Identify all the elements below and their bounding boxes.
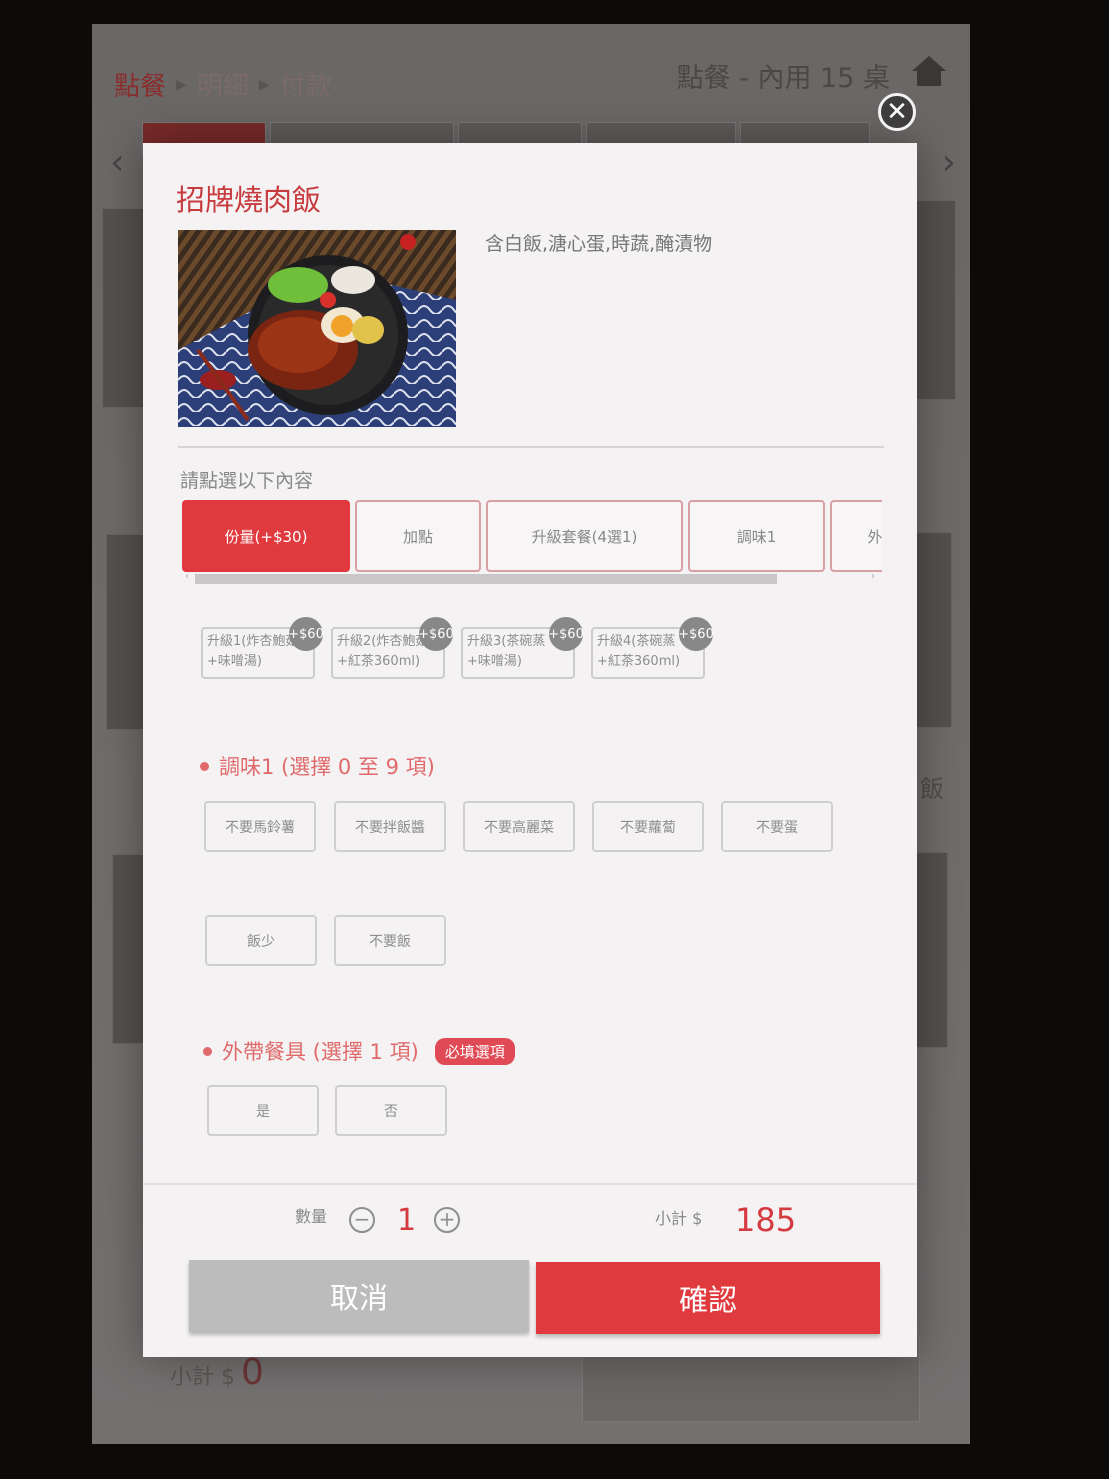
- utensils-title-text: 外帶餐具 (選擇 1 項): [222, 1040, 419, 1064]
- close-icon[interactable]: ✕: [878, 93, 916, 131]
- bullet-icon: [203, 1046, 212, 1056]
- utensils-option-yes[interactable]: 是: [207, 1085, 319, 1136]
- tabs-scrollbar[interactable]: [195, 574, 777, 584]
- required-badge: 必填選項: [434, 1037, 515, 1065]
- seasoning-option[interactable]: 不要馬鈴薯: [204, 801, 316, 852]
- cancel-button[interactable]: 取消: [189, 1260, 529, 1332]
- tab-upgrade-set[interactable]: 升級套餐(4選1): [486, 500, 683, 572]
- upgrade-option[interactable]: 升級1(炸杏鮑菇+味噌湯) +$60: [201, 617, 324, 679]
- seasoning-option[interactable]: 不要蛋: [721, 801, 833, 852]
- home-icon[interactable]: [910, 54, 948, 88]
- options-prompt: 請點選以下內容: [180, 470, 314, 492]
- quantity-label: 數量: [295, 1207, 328, 1226]
- table-info: 點餐 - 內用 15 桌: [676, 63, 890, 94]
- order-subtotal: 小計 $0: [170, 1352, 264, 1393]
- upgrade-option[interactable]: 升級3(茶碗蒸+味噌湯) +$60: [461, 617, 584, 679]
- breadcrumb-separator: ▶: [176, 76, 187, 93]
- item-photo: [178, 230, 456, 427]
- order-subtotal-label: 小計 $: [170, 1365, 235, 1390]
- breadcrumb-order[interactable]: 點餐: [114, 66, 166, 103]
- order-subtotal-value: 0: [241, 1352, 264, 1393]
- confirm-button[interactable]: 確認: [536, 1262, 880, 1334]
- chevron-left-icon[interactable]: ‹: [110, 142, 124, 183]
- breadcrumb-payment[interactable]: 付款: [280, 66, 332, 103]
- divider: [143, 1183, 917, 1185]
- seasoning-option[interactable]: 不要飯: [334, 915, 446, 966]
- upgrade-options: 升級1(炸杏鮑菇+味噌湯) +$60 升級2(炸杏鮑菇+紅茶360ml) +$6…: [201, 617, 714, 679]
- seasoning-option[interactable]: 不要蘿蔔: [592, 801, 704, 852]
- item-options-dialog: 招牌燒肉飯 含白飯,溏心蛋,時蔬,醃漬物 請點選以下內容 份量(+$30) 加點…: [143, 143, 917, 1357]
- seasoning-section-title: 調味1 (選擇 0 至 9 項): [200, 751, 435, 781]
- scroll-left-icon[interactable]: ‹: [185, 571, 189, 582]
- price-badge: +$60: [418, 617, 454, 651]
- seasoning-option[interactable]: 飯少: [205, 915, 317, 966]
- breadcrumb-details[interactable]: 明細: [197, 66, 249, 103]
- menu-item-card[interactable]: [914, 852, 948, 1048]
- option-tabs: 份量(+$30) 加點 升級套餐(4選1) 調味1 外: [182, 500, 882, 574]
- minus-icon[interactable]: −: [349, 1207, 375, 1233]
- menu-item-name: 飯: [920, 775, 944, 803]
- subtotal-label: 小計 $: [655, 1209, 703, 1228]
- seasoning-option[interactable]: 不要拌飯醬: [334, 801, 446, 852]
- upgrade-option[interactable]: 升級4(茶碗蒸+紅茶360ml) +$60: [591, 617, 714, 679]
- utensils-section-title: 外帶餐具 (選擇 1 項) 必填選項: [203, 1036, 515, 1066]
- utensils-option-no[interactable]: 否: [335, 1085, 447, 1136]
- breadcrumb-separator: ▶: [258, 76, 270, 93]
- menu-item-card[interactable]: [102, 208, 144, 408]
- quantity-value: 1: [397, 1203, 417, 1238]
- divider: [178, 446, 884, 448]
- breadcrumb: 點餐 ▶ 明細 ▶ 付款: [114, 66, 332, 103]
- menu-item-card[interactable]: [916, 532, 952, 728]
- scroll-right-icon[interactable]: ›: [871, 571, 875, 582]
- seasoning-option[interactable]: 不要高麗菜: [463, 801, 575, 852]
- price-badge: +$60: [548, 617, 584, 651]
- plus-icon[interactable]: +: [434, 1207, 460, 1233]
- seasoning-title-text: 調味1 (選擇 0 至 9 項): [219, 755, 435, 779]
- upgrade-option[interactable]: 升級2(炸杏鮑菇+紅茶360ml) +$60: [331, 617, 454, 679]
- item-description: 含白飯,溏心蛋,時蔬,醃漬物: [485, 233, 713, 255]
- tab-add-on[interactable]: 加點: [355, 500, 481, 572]
- tab-utensils[interactable]: 外: [830, 500, 882, 572]
- item-title: 招牌燒肉飯: [176, 183, 322, 217]
- price-badge: +$60: [288, 617, 324, 651]
- menu-item-card[interactable]: [106, 534, 146, 730]
- price-badge: +$60: [678, 617, 714, 651]
- subtotal-value: 185: [735, 1201, 797, 1239]
- tab-seasoning[interactable]: 調味1: [688, 500, 825, 572]
- tab-portion[interactable]: 份量(+$30): [182, 500, 350, 572]
- bullet-icon: [200, 761, 209, 771]
- menu-item-card[interactable]: [916, 200, 956, 400]
- chevron-right-icon[interactable]: ›: [942, 142, 956, 183]
